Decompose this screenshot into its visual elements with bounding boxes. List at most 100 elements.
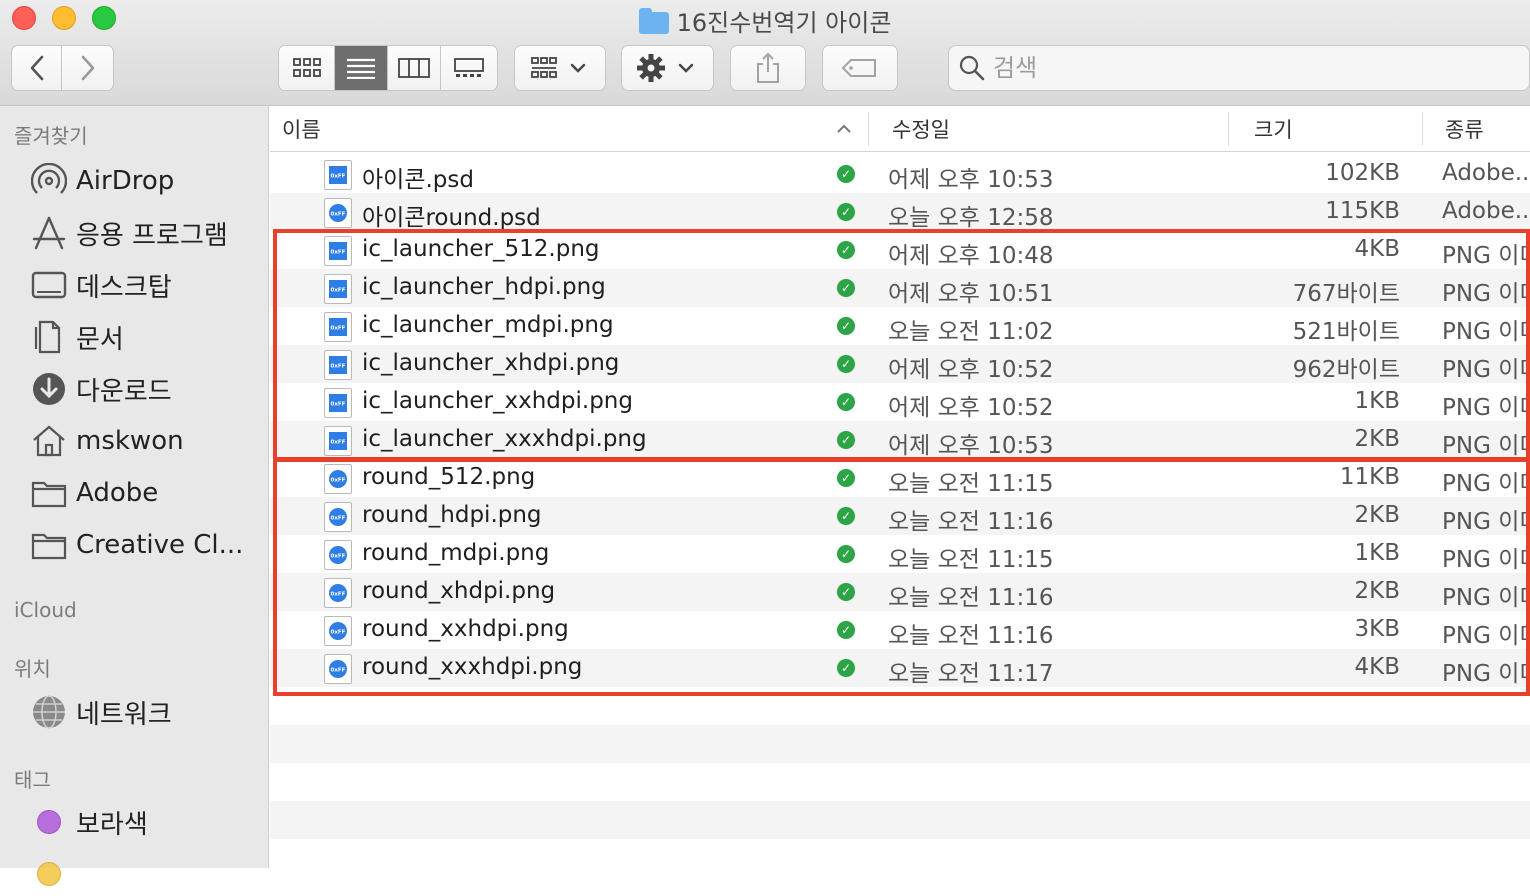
chevron-left-icon [30, 55, 43, 81]
file-kind: PNG 이미 [1442, 357, 1530, 383]
file-name: 아이콘round.psd [362, 205, 541, 231]
navigation-buttons [11, 45, 114, 91]
file-size: 521바이트 [1292, 319, 1400, 345]
synced-check-icon: ✓ [837, 355, 855, 373]
sidebar: 즐겨찾기 AirDrop 응용 프로그램 데스크탑 문서 다운로드 mskwon [0, 106, 269, 886]
file-kind: Adobe... [1442, 198, 1530, 224]
tag-button[interactable] [822, 45, 898, 91]
sidebar-item-label: 다운로드 [76, 376, 172, 407]
file-row[interactable]: 0xFF ic_launcher_hdpi.png ✓ 어제 오후 10:51 767바… [270, 269, 1530, 307]
empty-row [270, 801, 1530, 839]
file-name: round_xxhdpi.png [362, 616, 569, 642]
file-row[interactable]: 0xFF ic_launcher_mdpi.png ✓ 오늘 오전 11:02 521바… [270, 307, 1530, 345]
column-header-name[interactable]: 이름 [282, 106, 321, 152]
file-row[interactable]: 0xFF round_mdpi.png ✓ 오늘 오전 11:15 1KB PNG 이미 [270, 535, 1530, 573]
sidebar-item-documents[interactable]: 문서 [30, 315, 265, 359]
search-input[interactable] [993, 54, 1513, 82]
tag-color-dot-icon [30, 855, 68, 893]
svg-text:0xFF: 0xFF [331, 364, 346, 370]
sidebar-item-label: AirDrop [76, 166, 175, 196]
search-icon [959, 55, 985, 81]
file-date-modified: 오늘 오전 11:16 [888, 509, 1054, 535]
share-button[interactable] [730, 45, 806, 91]
sidebar-item-label: 보라색 [76, 809, 148, 840]
file-date-modified: 오늘 오전 11:15 [888, 547, 1054, 573]
synced-check-icon: ✓ [837, 431, 855, 449]
group-button[interactable] [514, 45, 606, 91]
file-size: 3KB [1354, 616, 1401, 642]
file-row[interactable]: 0xFF ic_launcher_xhdpi.png ✓ 어제 오후 10:52 962… [270, 345, 1530, 383]
image-file-icon: 0xFF [324, 236, 352, 266]
back-button[interactable] [12, 46, 63, 90]
file-row[interactable]: 0xFF ic_launcher_xxhdpi.png ✓ 어제 오후 10:52 1K… [270, 383, 1530, 421]
file-row[interactable]: 0xFF round_xxxhdpi.png ✓ 오늘 오전 11:17 4KB PNG … [270, 649, 1530, 687]
file-size: 115KB [1325, 198, 1400, 224]
file-row[interactable]: 0xFF round_512.png ✓ 오늘 오전 11:15 11KB PNG 이미 [270, 459, 1530, 497]
forward-button[interactable] [62, 46, 113, 90]
download-icon [30, 370, 68, 408]
list-view-button[interactable] [335, 46, 388, 90]
file-kind: PNG 이미 [1442, 661, 1530, 687]
file-name: ic_launcher_xxxhdpi.png [362, 426, 647, 452]
image-file-icon: 0xFF [324, 616, 352, 646]
sidebar-item-downloads[interactable]: 다운로드 [30, 367, 265, 411]
sidebar-item-home[interactable]: mskwon [30, 419, 265, 463]
file-name: ic_launcher_xhdpi.png [362, 350, 620, 376]
network-icon [30, 693, 68, 731]
file-size: 767바이트 [1292, 281, 1400, 307]
synced-check-icon: ✓ [837, 545, 855, 563]
column-header-kind[interactable]: 종류 [1445, 106, 1484, 152]
sidebar-item-airdrop[interactable]: AirDrop [30, 159, 265, 203]
sidebar-item-tag-purple[interactable]: 보라색 [30, 800, 265, 844]
file-row[interactable]: 0xFF ic_launcher_512.png ✓ 어제 오후 10:48 4KB PN… [270, 231, 1530, 269]
svg-text:0xFF: 0xFF [331, 554, 346, 560]
file-date-modified: 오늘 오전 11:15 [888, 471, 1054, 497]
gallery-view-button[interactable] [441, 46, 497, 90]
file-date-modified: 어제 오후 10:52 [888, 357, 1054, 383]
airdrop-icon [30, 162, 68, 200]
file-row[interactable]: 0xFF round_hdpi.png ✓ 오늘 오전 11:16 2KB PNG 이미 [270, 497, 1530, 535]
action-button[interactable] [621, 45, 714, 91]
svg-text:0xFF: 0xFF [331, 212, 346, 218]
sidebar-item-desktop[interactable]: 데스크탑 [30, 263, 265, 307]
file-size: 2KB [1354, 502, 1401, 528]
sidebar-item-label: 문서 [76, 324, 124, 355]
sidebar-item-creative-cloud[interactable]: Creative Cl... [30, 523, 265, 567]
folder-icon [638, 8, 669, 34]
tag-icon [841, 59, 876, 77]
file-kind: PNG 이미 [1442, 433, 1530, 459]
file-kind: PNG 이미 [1442, 585, 1530, 611]
image-file-icon: 0xFF [324, 654, 352, 684]
column-header-modified[interactable]: 수정일 [892, 106, 950, 152]
sidebar-item-label: 네트워크 [76, 699, 172, 730]
file-row[interactable]: 0xFF 아이콘.psd ✓ 어제 오후 10:53 102KB Adobe... [270, 155, 1530, 193]
sidebar-item-adobe[interactable]: Adobe [30, 471, 265, 515]
svg-text:0xFF: 0xFF [331, 288, 346, 294]
file-date-modified: 어제 오후 10:53 [888, 167, 1054, 193]
sidebar-item-network[interactable]: 네트워크 [30, 690, 265, 734]
column-header-size[interactable]: 크기 [1254, 106, 1293, 152]
file-row[interactable]: 0xFF ic_launcher_xxxhdpi.png ✓ 어제 오후 10:53 2… [270, 421, 1530, 459]
file-name: round_hdpi.png [362, 502, 542, 528]
file-size: 2KB [1354, 426, 1401, 452]
synced-check-icon: ✓ [837, 507, 855, 525]
sidebar-item-applications[interactable]: 응용 프로그램 [30, 211, 265, 255]
svg-text:0xFF: 0xFF [331, 402, 346, 408]
toolbar: 16진수번역기 아이콘 [0, 0, 1530, 106]
file-date-modified: 오늘 오전 11:17 [888, 661, 1054, 687]
file-row[interactable]: 0xFF round_xxhdpi.png ✓ 오늘 오전 11:16 3KB PNG 이… [270, 611, 1530, 649]
file-size: 11KB [1339, 464, 1400, 490]
sidebar-item-label: 응용 프로그램 [76, 220, 228, 251]
search-field[interactable] [948, 45, 1530, 91]
file-kind: PNG 이미 [1442, 243, 1530, 269]
sidebar-item-tag-yellow[interactable] [30, 852, 265, 896]
file-date-modified: 오늘 오전 11:16 [888, 585, 1054, 611]
column-view-button[interactable] [388, 46, 441, 90]
sidebar-item-label: Creative Cl... [76, 530, 244, 560]
file-row[interactable]: 0xFF 아이콘round.psd ✓ 오늘 오후 12:58 115KB Adobe..… [270, 193, 1530, 231]
svg-text:0xFF: 0xFF [331, 668, 346, 674]
file-row[interactable]: 0xFF round_xhdpi.png ✓ 오늘 오전 11:16 2KB PNG 이미 [270, 573, 1530, 611]
chevron-right-icon [81, 55, 94, 81]
icon-view-button[interactable] [279, 46, 336, 90]
synced-check-icon: ✓ [837, 317, 855, 335]
